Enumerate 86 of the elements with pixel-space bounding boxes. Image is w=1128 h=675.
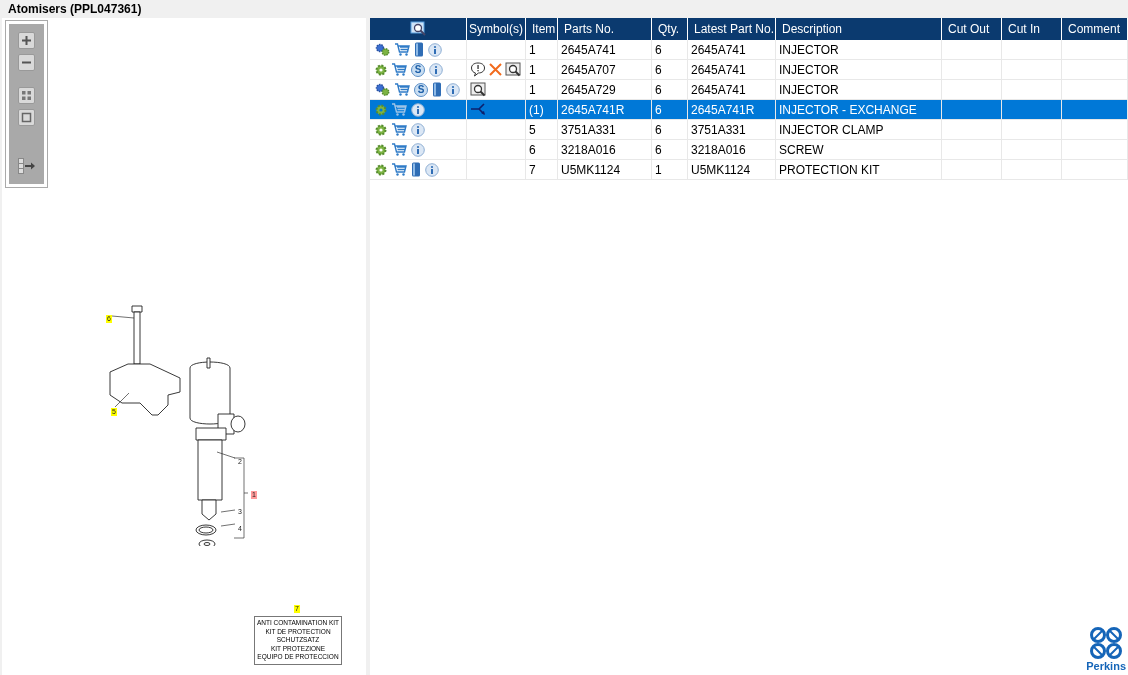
cart-icon[interactable] [394, 43, 410, 56]
table-cell-text: INJECTOR [779, 41, 839, 59]
table-row[interactable]: S 1 2645A707 6 2645A741 INJECTOR [370, 60, 1128, 80]
table-cell-text: 5 [529, 121, 536, 139]
zoom-out-button[interactable] [18, 54, 35, 71]
table-cell-text: INJECTOR [779, 61, 839, 79]
table-cell-text: 2645A741 [691, 41, 746, 59]
table-cell-text: (1) [529, 101, 544, 119]
cart-icon[interactable] [391, 123, 407, 136]
table-row[interactable]: 1 2645A741 6 2645A741 INJECTOR [370, 40, 1128, 60]
table-row[interactable]: 6 3218A016 6 3218A016 SCREW [370, 140, 1128, 160]
table-cell-text: 1 [529, 61, 536, 79]
magnifier-icon[interactable] [505, 62, 522, 77]
search-icon [409, 21, 427, 37]
table-cell-text: INJECTOR CLAMP [779, 121, 884, 139]
plus-icon [21, 35, 32, 46]
info-icon[interactable] [411, 142, 425, 157]
cart-icon[interactable] [394, 83, 410, 96]
table-cell-text: U5MK1124 [691, 161, 751, 179]
info-icon[interactable] [428, 42, 442, 57]
table-cell-text: 6 [655, 61, 662, 79]
leader-line [114, 392, 130, 408]
gear-icon[interactable] [375, 143, 387, 156]
square-icon [21, 112, 32, 123]
window-title: Atomisers (PPL047361) [8, 1, 142, 18]
table-cell-text: 2645A741R [691, 101, 755, 119]
info-icon[interactable] [429, 62, 443, 77]
logo-icon [1089, 626, 1124, 660]
info-icon[interactable] [425, 162, 439, 177]
logo-text: Perkins [1086, 660, 1126, 673]
cross-icon [489, 63, 502, 76]
table-cell-text: INJECTOR - EXCHANGE [779, 101, 917, 119]
table-cell-text: 7 [529, 161, 536, 179]
info-icon[interactable] [411, 102, 425, 117]
list-arrow-icon [17, 158, 36, 174]
table-row[interactable]: S 1 2645A729 6 2645A741 INJECTOR [370, 80, 1128, 100]
cart-icon[interactable] [391, 63, 407, 76]
table-cell-text: SCREW [779, 141, 824, 159]
fit-all-button[interactable] [18, 87, 35, 104]
zoom-in-button[interactable] [18, 32, 35, 49]
table-cell-text: 2645A741 [691, 81, 746, 99]
merge-arrow-icon [470, 102, 488, 117]
table-cell-text: 1 [529, 81, 536, 99]
table-cell-text: 3218A016 [691, 141, 746, 159]
table-cell-text: 2645A707 [561, 61, 616, 79]
coin-icon[interactable]: S [411, 62, 425, 77]
actual-size-button[interactable] [18, 109, 35, 126]
table-cell-text: 6 [655, 41, 662, 59]
table-cell-text: 6 [655, 81, 662, 99]
table-cell-text: 1 [529, 41, 536, 59]
table-cell-text: 3751A331 [561, 121, 616, 139]
gear-icon[interactable] [375, 63, 387, 76]
table-cell-text: 6 [655, 101, 662, 119]
table-cell-text: 1 [655, 161, 662, 179]
export-list-button[interactable] [17, 158, 36, 174]
table-row[interactable]: 5 3751A331 6 3751A331 INJECTOR CLAMP [370, 120, 1128, 140]
table-cell-text: 6 [529, 141, 536, 159]
table-row[interactable]: 7 U5MK1124 1 U5MK1124 PROTECTION KIT [370, 160, 1128, 180]
book-icon[interactable] [414, 42, 424, 57]
cart-icon[interactable] [391, 163, 407, 176]
table-cell-text: 3751A331 [691, 121, 746, 139]
comment-icon[interactable] [470, 62, 486, 77]
table-cell-text: 2645A741 [691, 61, 746, 79]
leader-line [112, 315, 136, 319]
gears-icon[interactable] [375, 43, 390, 56]
coin-icon[interactable]: S [414, 82, 428, 97]
gear-icon[interactable] [375, 163, 387, 176]
table-cell-text: 3218A016 [561, 141, 616, 159]
table-cell-text: 2645A741 [561, 41, 616, 59]
cart-icon[interactable] [391, 143, 407, 156]
table-cell-text: U5MK1124 [561, 161, 621, 179]
table-cell-text: 6 [655, 121, 662, 139]
magnifier-icon[interactable] [470, 82, 487, 97]
info-icon[interactable] [446, 82, 460, 97]
info-icon[interactable] [411, 122, 425, 137]
gear-icon[interactable] [375, 123, 387, 136]
book-icon[interactable] [432, 82, 442, 97]
table-cell-text: INJECTOR [779, 81, 839, 99]
book-icon[interactable] [411, 162, 421, 177]
table-cell-text: 2645A741R [561, 101, 625, 119]
table-row[interactable]: (1) 2645A741R 6 2645A741R INJECTOR - EXCHANGE [370, 100, 1128, 120]
grid-icon [21, 90, 32, 101]
table-cell-text: PROTECTION KIT [779, 161, 880, 179]
gears-icon[interactable] [375, 83, 390, 96]
table-cell-text: 2645A729 [561, 81, 616, 99]
table-cell-text: 6 [655, 141, 662, 159]
